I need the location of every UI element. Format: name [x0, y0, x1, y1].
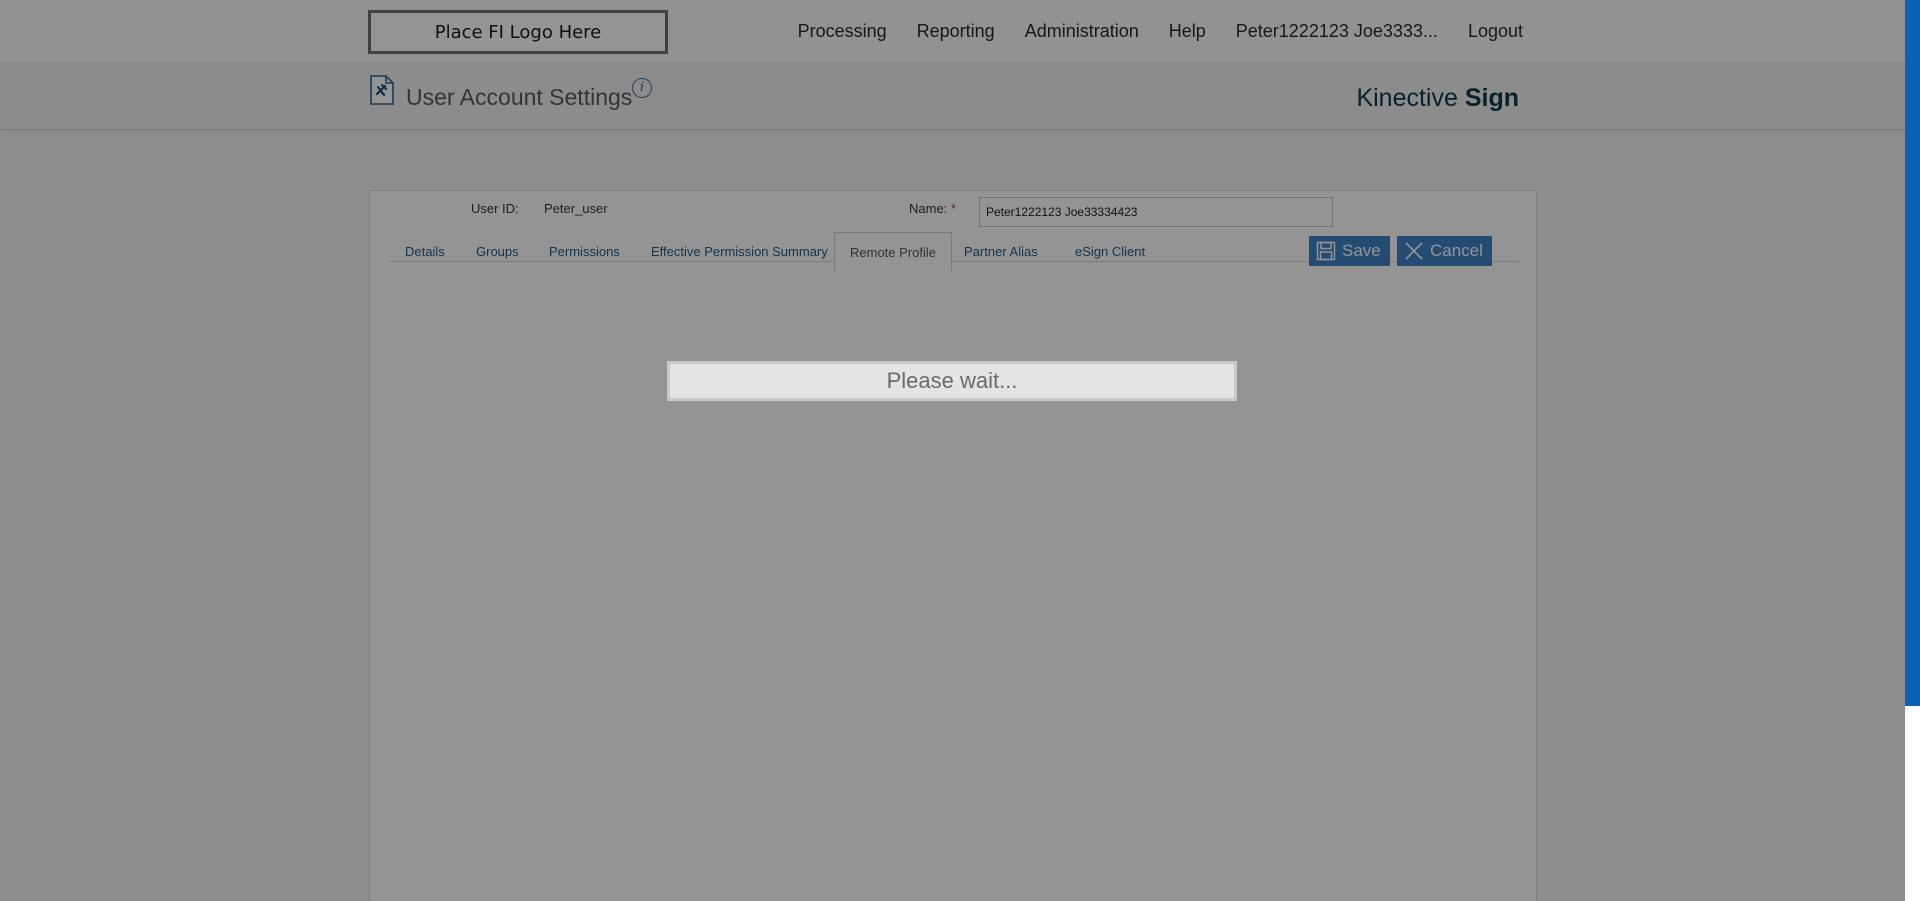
loading-overlay: Please wait... [0, 0, 1905, 901]
vertical-scrollbar[interactable] [1905, 0, 1920, 901]
app-viewport: Place FI Logo Here Processing Reporting … [0, 0, 1905, 901]
loading-message: Please wait... [667, 361, 1237, 401]
scrollbar-thumb[interactable] [1905, 0, 1920, 706]
